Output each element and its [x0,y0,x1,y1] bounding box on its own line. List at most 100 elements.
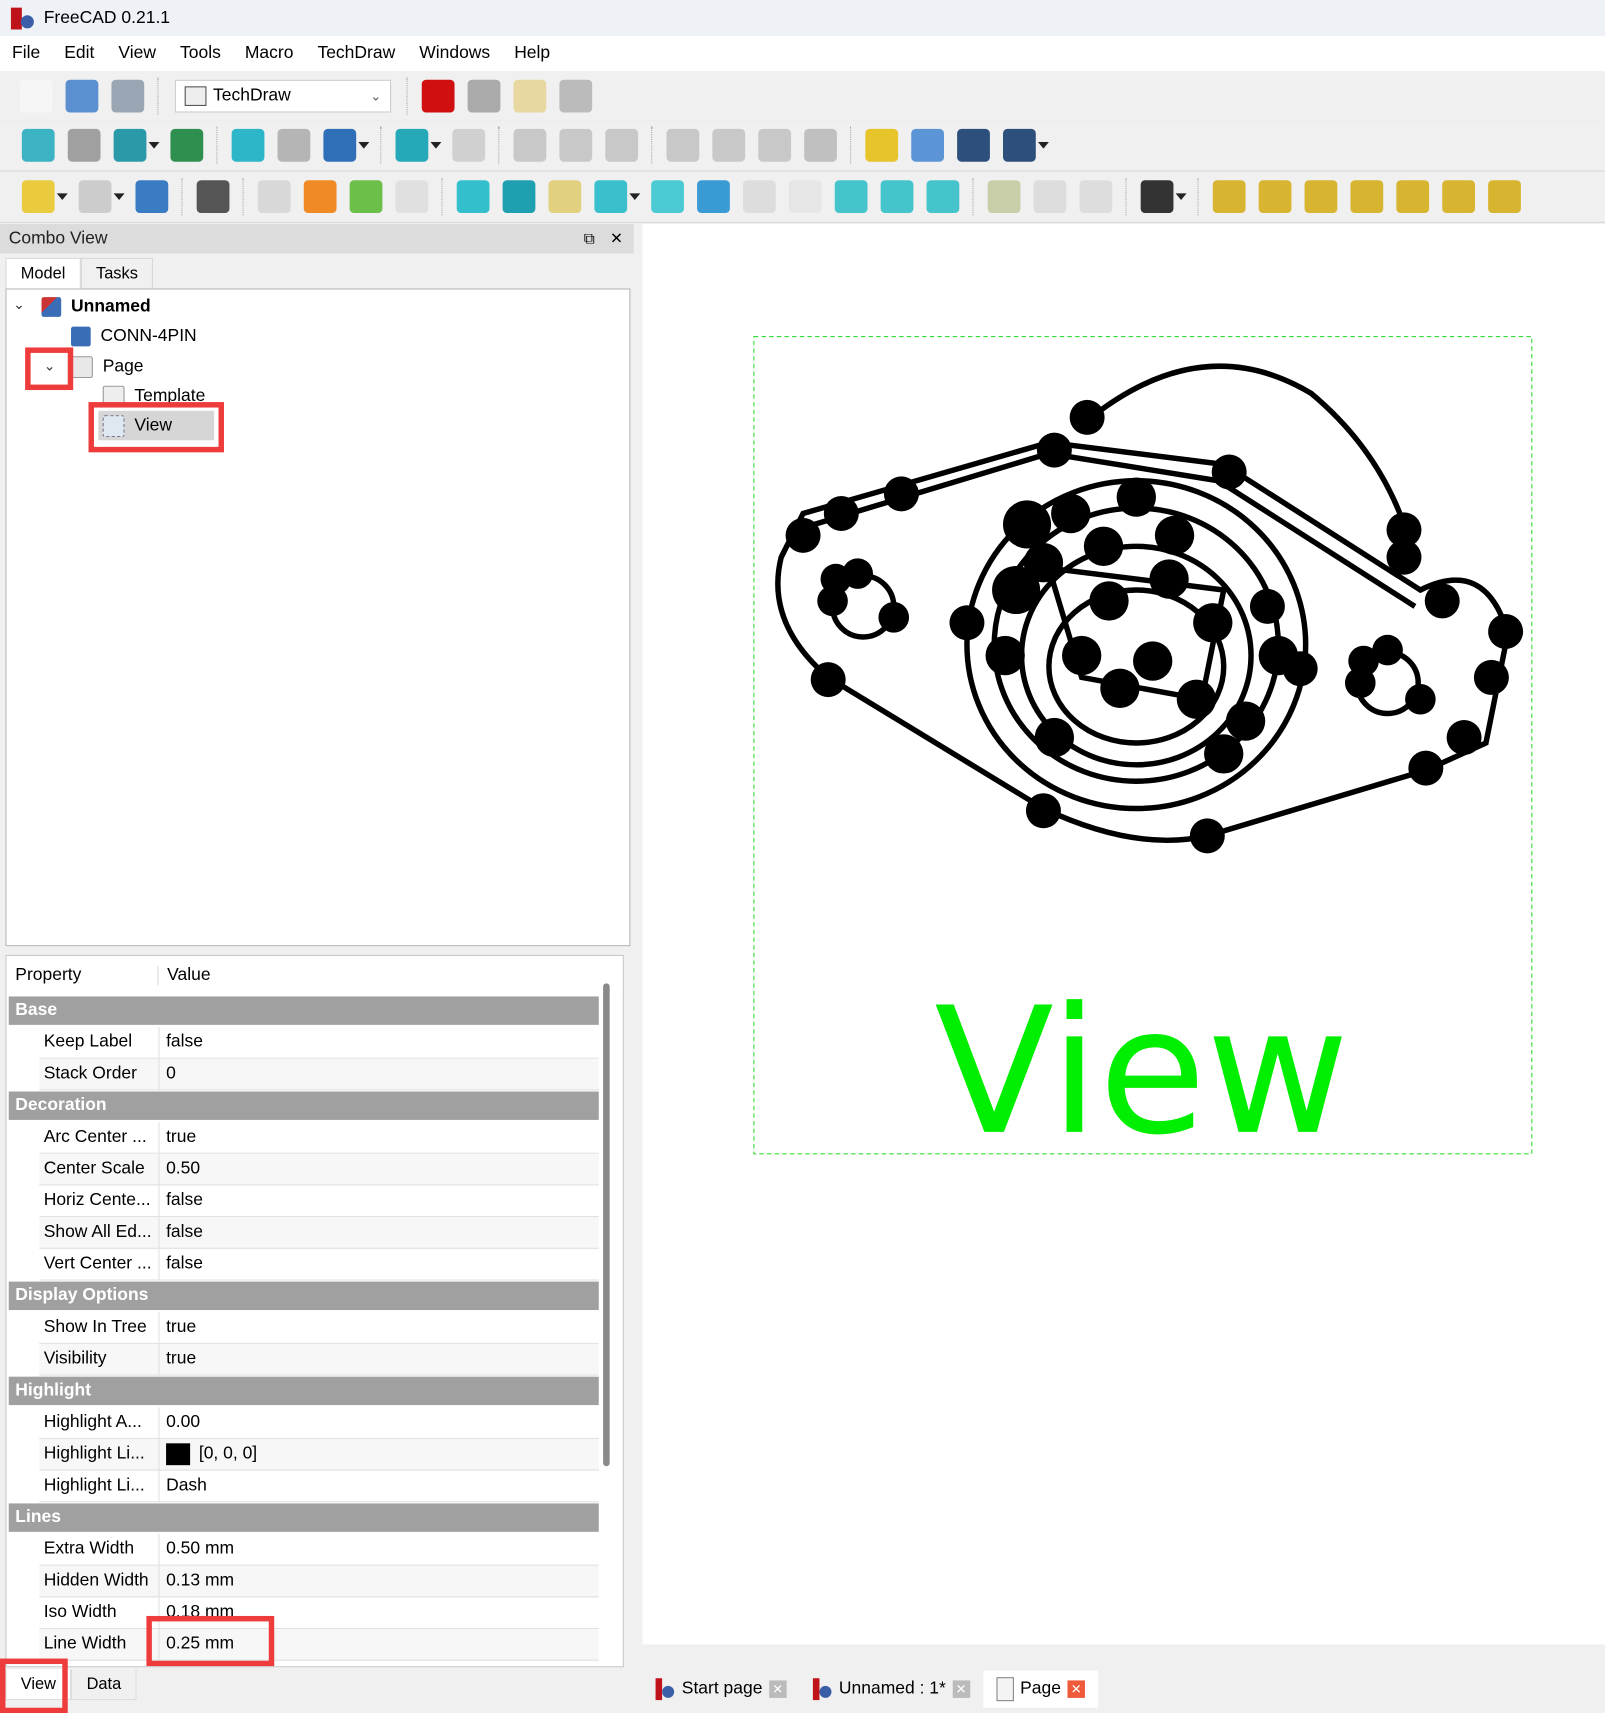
run-macro-icon[interactable] [559,79,593,112]
property-row[interactable]: Stack Order 0 [39,1058,599,1091]
property-value[interactable]: 0.00 [160,1413,200,1433]
menu-macro[interactable]: Macro [233,44,306,64]
tree-item-unnamed[interactable]: Unnamed [41,292,151,322]
menu-windows[interactable]: Windows [407,44,502,64]
dropdown-arrow-icon[interactable] [148,142,160,149]
draft-view-icon[interactable] [880,180,914,214]
property-row[interactable]: Line Width 0.25 mm [39,1629,599,1661]
property-group-lines[interactable]: Lines [8,1503,599,1532]
top-view-icon[interactable] [559,128,593,162]
dropdown-arrow-icon[interactable] [1175,193,1187,200]
draw-style-icon[interactable] [113,128,147,162]
arch-view-icon[interactable] [834,180,868,214]
close-tab-icon[interactable]: ✕ [769,1680,787,1698]
menu-edit[interactable]: Edit [52,44,106,64]
dropdown-arrow-icon[interactable] [56,193,68,200]
close-icon[interactable]: ✕ [610,229,623,248]
redo-icon[interactable] [78,180,112,214]
property-row[interactable]: Visibility true [39,1343,599,1376]
clip-group-icon[interactable] [697,180,730,214]
tab-start-page[interactable]: Start page ✕ [642,1671,799,1708]
shape-view-icon[interactable] [926,180,960,214]
property-value[interactable]: 0.50 [160,1159,200,1179]
part-icon[interactable] [865,128,899,162]
detail-view-icon[interactable] [651,180,684,214]
dropdown-arrow-icon[interactable] [358,142,370,149]
diameter-dimension-icon[interactable] [1396,180,1430,214]
three-point-angle-icon[interactable] [1488,180,1521,214]
property-value[interactable]: 0.50 mm [160,1539,234,1559]
property-scrollbar[interactable] [603,983,610,1467]
property-row[interactable]: Highlight Li... [0, 0, 0] [39,1438,599,1471]
edit-macro-icon[interactable] [513,79,547,112]
new-page-icon[interactable] [257,180,291,214]
dropdown-arrow-icon[interactable] [113,193,125,200]
new-page-template-icon[interactable] [303,180,337,214]
tab-unnamed[interactable]: Unnamed : 1* ✕ [800,1671,983,1708]
group-folder-icon[interactable] [911,128,945,162]
radius-dimension-icon[interactable] [1350,180,1384,214]
sync-view-icon[interactable] [323,128,357,162]
menu-help[interactable]: Help [502,44,562,64]
forward-arrow-icon[interactable] [277,128,311,162]
property-value[interactable]: 0.13 mm [160,1571,234,1591]
property-row[interactable]: Vert Center ... false [39,1248,599,1281]
bounding-box-icon[interactable] [170,128,204,162]
left-view-icon[interactable] [758,128,792,162]
section-view-icon[interactable] [594,180,628,214]
open-folder-icon[interactable] [65,79,99,112]
link-icon[interactable] [957,128,990,162]
chevron-down-icon[interactable]: ⌄ [13,296,25,313]
dropdown-arrow-icon[interactable] [629,193,641,200]
record-macro-icon[interactable] [421,79,455,112]
refresh-icon[interactable] [135,180,169,214]
close-tab-icon[interactable]: ✕ [1067,1680,1086,1698]
float-panel-icon[interactable]: ⧉ [584,229,595,248]
property-value[interactable]: Dash [160,1476,207,1496]
menu-file[interactable]: File [0,44,52,64]
measure-icon[interactable] [804,128,837,162]
projection-group-icon[interactable] [548,180,582,214]
clip-group-add-icon[interactable] [987,180,1021,214]
tab-model[interactable]: Model [5,257,81,289]
property-row[interactable]: Center Scale 0.50 [39,1153,599,1186]
tree-item-page[interactable]: Page [71,352,144,382]
undo-icon[interactable] [21,180,55,214]
angle-dimension-icon[interactable] [1442,180,1476,214]
rear-view-icon[interactable] [666,128,700,162]
menu-techdraw[interactable]: TechDraw [305,44,407,64]
property-value[interactable]: 0 [160,1064,176,1084]
property-value[interactable]: false [160,1191,203,1211]
property-value[interactable]: [0, 0, 0] [160,1443,257,1466]
property-value[interactable]: true [160,1128,196,1148]
new-document-icon[interactable] [19,79,53,112]
property-row[interactable]: Iso Width 0.18 mm [39,1597,599,1630]
zoom-icon[interactable] [395,128,429,162]
back-arrow-icon[interactable] [231,128,265,162]
tab-page[interactable]: Page ✕ [982,1670,1099,1708]
tree-item-conn-4pin[interactable]: CONN-4PIN [71,321,197,351]
menu-view[interactable]: View [106,44,168,64]
property-row[interactable]: Show All Ed... false [39,1217,599,1249]
property-value[interactable]: false [160,1254,203,1274]
property-row[interactable]: Extra Width 0.50 mm [39,1534,599,1566]
save-icon[interactable] [111,79,145,112]
active-view-icon[interactable] [502,180,536,214]
property-group-highlight[interactable]: Highlight [8,1376,599,1406]
symbol-icon[interactable] [742,180,776,214]
property-row[interactable]: Arc Center ... true [39,1122,599,1154]
property-row[interactable]: Hidden Width 0.13 mm [39,1565,599,1598]
tab-tasks[interactable]: Tasks [80,257,154,289]
property-group-base[interactable]: Base [8,996,599,1025]
vertical-dimension-icon[interactable] [1304,180,1338,214]
dropdown-arrow-icon[interactable] [430,142,442,149]
property-value[interactable]: false [160,1033,203,1053]
close-tab-icon[interactable]: ✕ [952,1680,970,1698]
right-view-icon[interactable] [605,128,639,162]
color-swatch[interactable] [166,1443,191,1466]
insert-view-icon[interactable] [456,180,490,214]
property-value[interactable]: false [160,1223,203,1243]
spreadsheet-view-icon[interactable] [788,180,822,214]
clip-remove-icon[interactable] [1079,180,1113,214]
stacking-icon[interactable] [1140,180,1174,214]
